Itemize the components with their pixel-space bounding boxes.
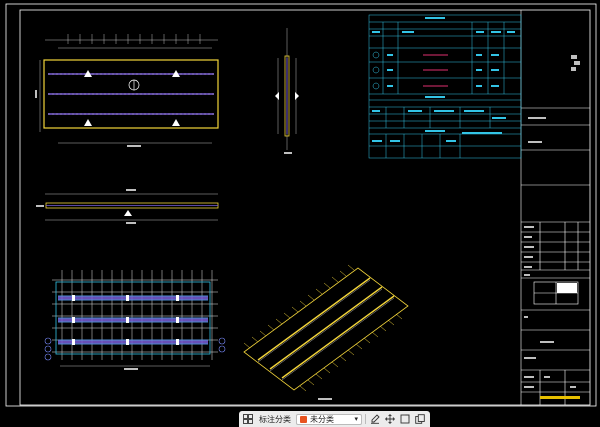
reinforcement-grid-view xyxy=(44,270,226,370)
sheet-inner-border xyxy=(19,9,591,406)
plan-view xyxy=(39,34,219,147)
category-select-value: 未分类 xyxy=(310,414,334,424)
grid-icon[interactable] xyxy=(242,413,254,425)
category-color-swatch xyxy=(300,415,307,423)
annotate-category-button[interactable]: 标注分类 xyxy=(257,413,293,425)
annotate-category-label: 标注分类 xyxy=(259,414,291,424)
isometric-view xyxy=(243,264,409,400)
toolbar-divider xyxy=(365,414,366,424)
copy-icon[interactable] xyxy=(414,413,426,425)
move-icon[interactable] xyxy=(384,413,396,425)
title-block xyxy=(520,10,590,405)
edit-icon[interactable] xyxy=(369,413,381,425)
chevron-down-icon: ▾ xyxy=(354,415,358,423)
rebar-schedule-shapes xyxy=(423,54,448,87)
title-block-logo-fill xyxy=(557,283,577,293)
category-select[interactable]: 未分类 ▾ xyxy=(296,413,362,425)
annotation-toolbar: 标注分类 未分类 ▾ xyxy=(239,411,430,427)
dimension-labels xyxy=(35,90,44,207)
expand-icon[interactable] xyxy=(399,413,411,425)
elevation-view xyxy=(45,189,219,224)
side-section-view xyxy=(275,28,299,154)
title-block-marks xyxy=(524,55,580,388)
cad-drawing-canvas[interactable] xyxy=(0,0,600,410)
drawing-number-label xyxy=(540,396,580,399)
